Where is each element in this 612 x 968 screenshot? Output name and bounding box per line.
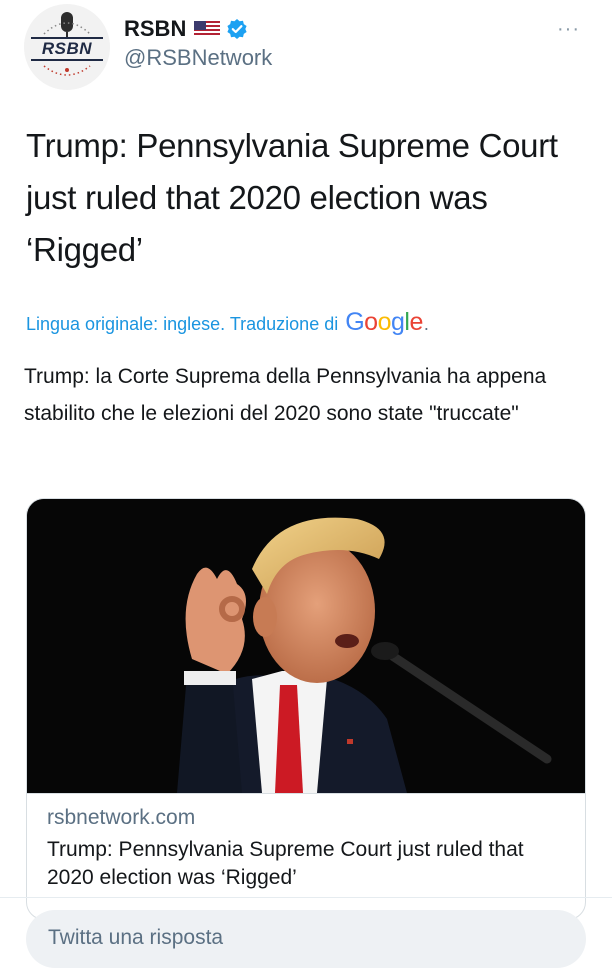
verified-badge-icon (226, 18, 248, 40)
google-letter: G (345, 308, 365, 336)
google-logo[interactable]: Google (345, 308, 423, 337)
tweet-text: Trump: Pennsylvania Supreme Court just r… (26, 127, 558, 268)
reply-divider (0, 897, 612, 898)
speaker-photo-image (27, 499, 585, 793)
more-options-icon[interactable]: ··· (557, 18, 580, 41)
avatar-logo-text: RSBN (41, 39, 93, 58)
translation-note: Lingua originale: inglese. Traduzione di… (26, 308, 429, 337)
author-name-row: RSBN (124, 14, 248, 44)
link-preview-card[interactable]: rsbnetwork.com Trump: Pennsylvania Supre… (26, 498, 586, 920)
author-handle[interactable]: @RSBNetwork (124, 45, 272, 71)
translated-text: Trump: la Corte Suprema della Pennsylvan… (24, 365, 547, 425)
translation-dot: . (423, 314, 429, 334)
card-body[interactable]: rsbnetwork.com Trump: Pennsylvania Supre… (27, 793, 585, 889)
reply-input[interactable]: Twitta una risposta (26, 910, 586, 968)
translation-note-label[interactable]: Lingua originale: inglese. Traduzione di (26, 314, 338, 335)
google-letter: g (390, 308, 405, 336)
reply-placeholder: Twitta una risposta (48, 926, 224, 949)
us-flag-icon (194, 21, 221, 37)
card-title: Trump: Pennsylvania Supreme Court just r… (47, 838, 524, 889)
google-letter: e (409, 308, 423, 336)
display-name[interactable]: RSBN (124, 16, 186, 42)
card-domain: rsbnetwork.com (47, 806, 196, 829)
avatar[interactable]: RSBN (24, 4, 110, 90)
google-letter: o (364, 308, 378, 336)
google-logo-text: Google (345, 308, 423, 336)
card-image[interactable] (27, 499, 585, 793)
google-letter: o (377, 308, 392, 336)
tweet-header: RSBN RSBN @RSBNetwork ··· (0, 0, 612, 100)
